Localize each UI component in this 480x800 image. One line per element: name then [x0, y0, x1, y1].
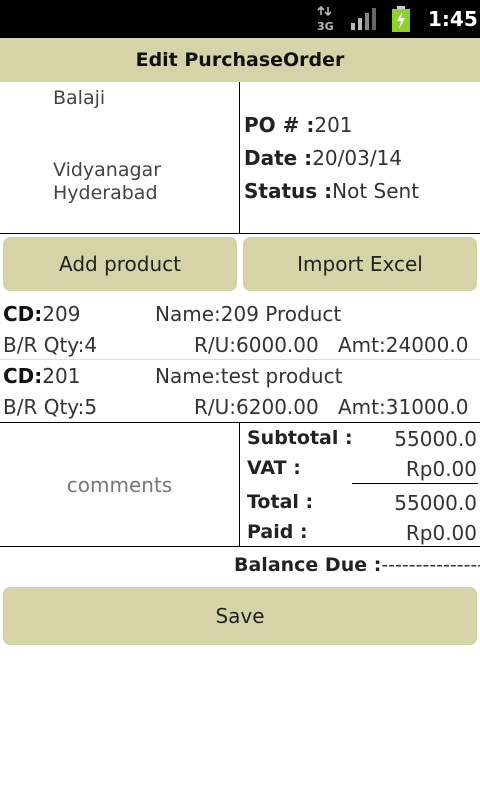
vat-value[interactable]: Rp0.00 [406, 457, 477, 481]
po-date-label: Date : [244, 146, 313, 170]
title-bar: Edit PurchaseOrder [0, 38, 480, 82]
po-number-value: 201 [314, 113, 353, 137]
item-qty: B/R Qty:4 [3, 333, 97, 357]
po-status-label: Status : [244, 179, 333, 203]
item-qty: B/R Qty:5 [3, 395, 97, 419]
total-value: 55000.0 [394, 491, 477, 515]
paid-label: Paid : [247, 521, 308, 543]
battery-charging-icon [392, 6, 410, 32]
add-product-button[interactable]: Add product [3, 237, 237, 291]
item-amount: Amt:31000.0 [338, 395, 468, 419]
vendor-address-line1: Vidyanagar [53, 159, 162, 181]
item-code-value: 209 [42, 302, 81, 326]
item-code-value: 201 [42, 364, 81, 388]
po-number-label: PO # : [244, 113, 315, 137]
vat-label: VAT : [247, 457, 301, 479]
item-name: Name:test product [155, 364, 342, 388]
item-code: CD:201 [3, 364, 80, 388]
3g-icon: 3G [317, 6, 334, 32]
comments-field[interactable]: comments [0, 423, 239, 547]
svg-text:3G: 3G [317, 20, 334, 32]
totals-section: comments Subtotal : 55000.0 VAT : Rp0.00… [0, 422, 480, 547]
po-status: Status :Not Sent [244, 179, 419, 203]
item-name-value: 209 Product [220, 302, 342, 326]
item-name-label: Name: [155, 364, 221, 388]
item-name-value: test product [220, 364, 343, 388]
status-bar: 3G 1:45 [0, 0, 480, 38]
item-name-label: Name: [155, 302, 221, 326]
item-qty-label: B/R Qty: [3, 333, 85, 357]
subtotal-label: Subtotal : [247, 427, 353, 449]
total-label: Total : [247, 491, 314, 513]
item-amount-label: Amt: [338, 333, 386, 357]
vendor-name: Balaji [53, 87, 106, 109]
item-qty-value: 4 [84, 333, 98, 357]
import-excel-button[interactable]: Import Excel [243, 237, 477, 291]
vat-underline [352, 483, 478, 484]
po-header: Balaji Vidyanagar Hyderabad PO # :201 Da… [0, 82, 480, 234]
item-rate-label: R/U: [194, 395, 237, 419]
item-amount-value: 31000.0 [385, 395, 469, 419]
signal-icon [351, 8, 376, 30]
item-name: Name:209 Product [155, 302, 341, 326]
item-rate-value: 6200.00 [236, 395, 319, 419]
item-amount: Amt:24000.0 [338, 333, 468, 357]
po-number: PO # :201 [244, 113, 353, 137]
item-rate: R/U:6200.00 [194, 395, 319, 419]
subtotal-value: 55000.0 [394, 427, 477, 451]
balance-due-label: Balance Due : [234, 554, 382, 576]
item-rate-value: 6000.00 [236, 333, 319, 357]
item-amount-value: 24000.0 [385, 333, 469, 357]
header-divider [239, 82, 240, 234]
totals-divider [239, 423, 240, 547]
item-code-label: CD: [3, 302, 43, 326]
item-qty-label: B/R Qty: [3, 395, 85, 419]
status-time: 1:45 [428, 7, 478, 31]
item-qty-value: 5 [84, 395, 98, 419]
page-title: Edit PurchaseOrder [135, 49, 345, 71]
po-date-value: 20/03/14 [312, 146, 403, 170]
balance-due-value: ---------------- [381, 554, 480, 576]
paid-value[interactable]: Rp0.00 [406, 521, 477, 545]
po-status-value: Not Sent [332, 179, 420, 203]
item-code-label: CD: [3, 364, 43, 388]
balance-due: Balance Due :---------------- [234, 554, 480, 576]
list-item[interactable]: CD:209 Name:209 Product B/R Qty:4 R/U:60… [0, 298, 480, 360]
item-rate-label: R/U: [194, 333, 237, 357]
item-rate: R/U:6000.00 [194, 333, 319, 357]
item-amount-label: Amt: [338, 395, 386, 419]
po-date[interactable]: Date :20/03/14 [244, 146, 402, 170]
vendor-address-line2: Hyderabad [53, 182, 158, 204]
item-code: CD:209 [3, 302, 80, 326]
save-button[interactable]: Save [3, 587, 477, 645]
list-item[interactable]: CD:201 Name:test product B/R Qty:5 R/U:6… [0, 360, 480, 422]
